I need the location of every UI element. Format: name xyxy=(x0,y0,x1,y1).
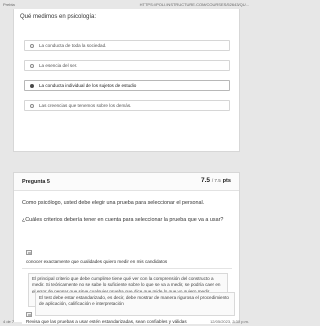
question-paragraph: ¿Cuáles criterios debería tener en cuent… xyxy=(22,217,224,223)
print-header-url: HTTPS://POLI.INSTRUCTURE.COM/COURSES/526… xyxy=(139,2,249,7)
question-paragraph: Como psicólogo, usted debe elegir una pr… xyxy=(22,200,205,206)
answer-feedback: El test debe estar estandarizado, es dec… xyxy=(35,292,235,316)
radio-icon[interactable] xyxy=(30,103,34,108)
page-number: 4 de 7 xyxy=(3,319,15,324)
print-header: Prebta HTTPS://POLI.INSTRUCTURE.COM/COUR… xyxy=(0,0,252,9)
question-text: Qué medimos en psicología: xyxy=(20,14,97,20)
print-footer: 4 de 7 12/05/2023, 3:30 p.m. xyxy=(0,316,252,326)
answer-option-selected[interactable]: La conducta individual de los sujetos de… xyxy=(24,80,230,91)
score-unit: pts xyxy=(222,178,231,184)
radio-selected-icon[interactable] xyxy=(30,83,34,88)
answer-option-label: La conducta de toda la sociedad. xyxy=(39,43,107,48)
radio-icon[interactable] xyxy=(30,63,34,68)
print-timestamp: 12/05/2023, 3:30 p.m. xyxy=(210,319,249,324)
score-max: / 7.5 xyxy=(211,178,221,183)
print-header-title: Prebta xyxy=(3,2,15,7)
printed-page: Prebta HTTPS://POLI.INSTRUCTURE.COM/COUR… xyxy=(0,0,252,326)
answer-option-label: La conducta individual de los sujetos de… xyxy=(39,83,137,88)
answer-option[interactable]: La esencia del ser. xyxy=(24,60,230,71)
broken-image-icon xyxy=(26,250,32,255)
question-header: Pregunta 5 7.5 / 7.5 pts xyxy=(14,173,239,191)
score-value: 7.5 xyxy=(200,177,211,184)
answer-option-label: Las creencias que tenemos sobre los demá… xyxy=(39,103,132,108)
answer-option[interactable]: La conducta de toda la sociedad. xyxy=(24,40,230,51)
previous-question-card: Qué medimos en psicología: La conducta d… xyxy=(13,9,240,152)
answer-option[interactable]: Las creencias que tenemos sobre los demá… xyxy=(24,100,230,111)
radio-icon[interactable] xyxy=(30,43,34,48)
question-title: Pregunta 5 xyxy=(22,179,50,185)
answer-row: conocer exactamente que cualidades quier… xyxy=(22,247,232,269)
answer-option-label: La esencia del ser. xyxy=(39,63,78,68)
question-score: 7.5 / 7.5 pts xyxy=(201,177,231,184)
answer-text: conocer exactamente que cualidades quier… xyxy=(26,259,168,264)
